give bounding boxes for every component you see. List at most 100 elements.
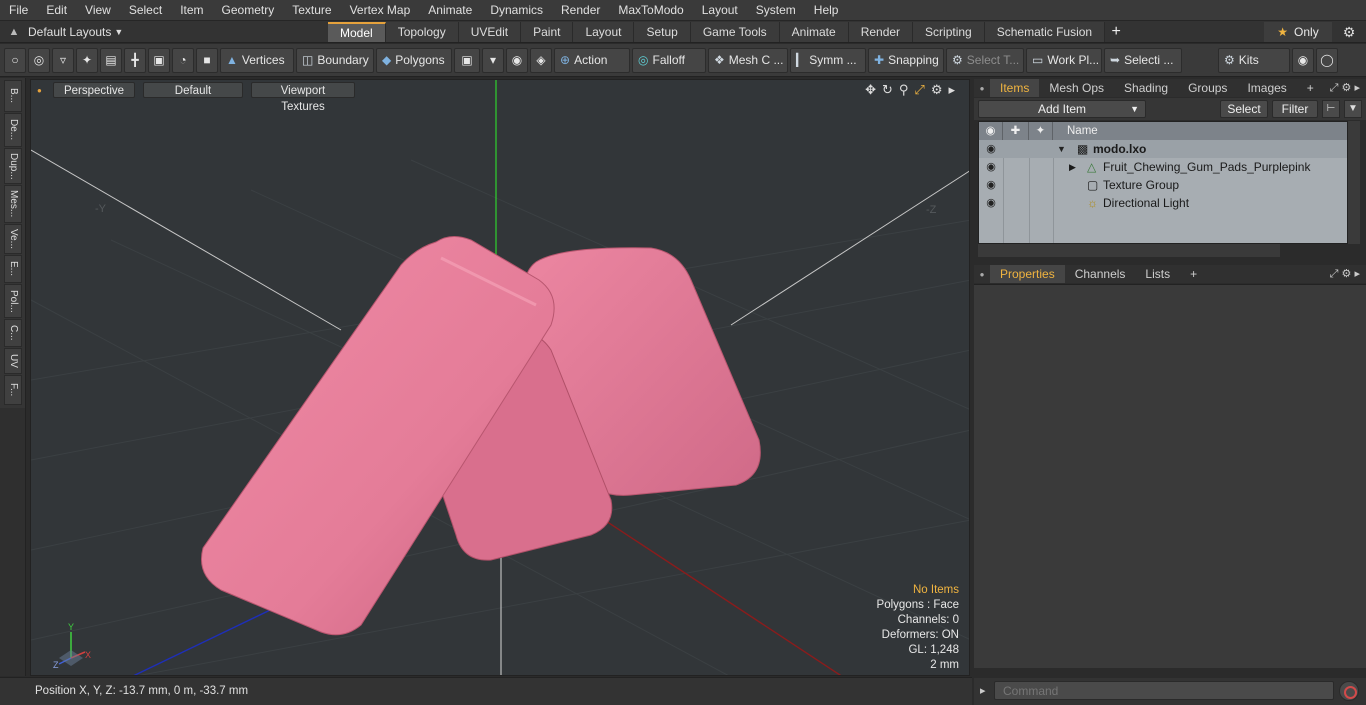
- chevron-down-icon[interactable]: ▾: [482, 47, 504, 73]
- expand-panel-icon[interactable]: ⤢: [1330, 268, 1339, 280]
- tab-scripting[interactable]: Scripting: [913, 21, 985, 42]
- menu-animate[interactable]: Animate: [419, 0, 481, 21]
- filter-button[interactable]: Filter: [1272, 100, 1318, 118]
- vertices-button[interactable]: ▲ Vertices: [220, 47, 294, 73]
- left-tab-deform[interactable]: De...: [4, 113, 22, 147]
- rotate-view-icon[interactable]: ↻: [882, 82, 893, 98]
- globe-icon[interactable]: ◎: [28, 47, 50, 73]
- viewport-textures-button[interactable]: Viewport Textures: [251, 82, 355, 113]
- tab-mesh-ops[interactable]: Mesh Ops: [1039, 79, 1114, 97]
- left-tab-curve[interactable]: C...: [4, 319, 22, 347]
- symmetry-button[interactable]: ▎ Symm ...: [790, 47, 866, 73]
- tab-game-tools[interactable]: Game Tools: [690, 21, 780, 42]
- move-view-icon[interactable]: ✥: [865, 82, 876, 98]
- tab-uvedit[interactable]: UVEdit: [458, 21, 522, 42]
- expand-arrow-icon[interactable]: ▸: [948, 82, 955, 98]
- tree-vertical-scrollbar[interactable]: [1348, 121, 1360, 244]
- expand-arrow-icon[interactable]: ▶: [1069, 158, 1076, 176]
- tab-groups[interactable]: Groups: [1178, 79, 1237, 97]
- panel-menu-dot-icon[interactable]: ●: [974, 84, 990, 93]
- square-select-icon[interactable]: ▣: [148, 47, 170, 73]
- boundary-button[interactable]: ◫ Boundary: [296, 47, 374, 73]
- falloff-button[interactable]: ◎ Falloff: [632, 47, 706, 73]
- record-macro-icon[interactable]: [1339, 681, 1359, 701]
- tab-topology[interactable]: Topology: [385, 21, 459, 42]
- left-tab-duplicate[interactable]: Dup...: [4, 148, 22, 184]
- action-center-button[interactable]: ⊕ Action: [554, 47, 630, 73]
- menu-dynamics[interactable]: Dynamics: [481, 0, 552, 21]
- eye-icon[interactable]: ◉: [982, 194, 1000, 212]
- snapping-button[interactable]: ✚ Snapping: [868, 47, 944, 73]
- unity-icon[interactable]: ◉: [1292, 47, 1314, 73]
- only-button[interactable]: ★ Only: [1264, 22, 1332, 42]
- brush-icon[interactable]: ✦: [76, 47, 98, 73]
- menu-vertex-map[interactable]: Vertex Map: [341, 0, 420, 21]
- collapse-icon[interactable]: ⊢: [1322, 100, 1340, 118]
- menu-system[interactable]: System: [747, 0, 805, 21]
- tab-shading[interactable]: Shading: [1114, 79, 1178, 97]
- center-icon[interactable]: ╋: [124, 47, 146, 73]
- tab-items[interactable]: Items: [990, 79, 1040, 97]
- name-column-header[interactable]: Name: [1053, 122, 1349, 140]
- add-panel-tab-icon[interactable]: +: [1180, 265, 1207, 283]
- tab-images[interactable]: Images: [1237, 79, 1296, 97]
- add-panel-tab-icon[interactable]: +: [1297, 79, 1324, 97]
- shield-icon[interactable]: ■: [196, 47, 218, 73]
- tab-channels[interactable]: Channels: [1065, 265, 1136, 283]
- panel-gear-icon[interactable]: ⚙: [1342, 268, 1352, 280]
- expand-panel-icon[interactable]: ⤢: [1330, 82, 1339, 94]
- command-history-icon[interactable]: ▸: [980, 684, 986, 697]
- eye-icon[interactable]: ◉: [982, 158, 1000, 176]
- select-through-button[interactable]: ⚙ Select T...: [946, 47, 1024, 73]
- material-alt-icon[interactable]: ◈: [530, 47, 552, 73]
- tab-schematic-fusion[interactable]: Schematic Fusion: [984, 21, 1106, 42]
- pen-icon[interactable]: ▿: [52, 47, 74, 73]
- tab-render[interactable]: Render: [848, 21, 914, 42]
- tree-horizontal-scrollbar[interactable]: [978, 244, 1280, 257]
- tab-animate[interactable]: Animate: [779, 21, 849, 42]
- tab-lists[interactable]: Lists: [1135, 265, 1180, 283]
- add-item-button[interactable]: Add Item ▼: [978, 100, 1146, 118]
- layouts-dropdown[interactable]: ▲ Default Layouts ▼: [0, 21, 328, 43]
- visibility-column-icon[interactable]: ◉: [979, 122, 1003, 140]
- filter-funnel-icon[interactable]: ▼: [1344, 100, 1362, 118]
- viewport-gear-icon[interactable]: ⚙: [931, 82, 943, 98]
- panel-menu-dot-icon[interactable]: ●: [974, 270, 990, 279]
- tab-layout[interactable]: Layout: [573, 21, 635, 42]
- tab-properties[interactable]: Properties: [990, 265, 1065, 283]
- menu-edit[interactable]: Edit: [37, 0, 76, 21]
- menu-select[interactable]: Select: [120, 0, 171, 21]
- selection-sets-button[interactable]: ➥ Selecti ...: [1104, 47, 1182, 73]
- menu-texture[interactable]: Texture: [283, 0, 340, 21]
- work-plane-button[interactable]: ▭ Work Pl...: [1026, 47, 1102, 73]
- panel-arrow-icon[interactable]: ▸: [1354, 268, 1360, 280]
- left-tab-mesh-edit[interactable]: Mes...: [4, 185, 22, 223]
- left-tab-fusion[interactable]: F...: [4, 375, 22, 405]
- align-icon[interactable]: ▤: [100, 47, 122, 73]
- type-column-icon[interactable]: ✦: [1029, 122, 1053, 140]
- menu-render[interactable]: Render: [552, 0, 609, 21]
- tree-row-scene[interactable]: ◉ ▼ ▩ modo.lxo: [979, 140, 1347, 158]
- left-tab-basic[interactable]: B...: [4, 80, 22, 112]
- menu-file[interactable]: File: [0, 0, 37, 21]
- circle-select-icon[interactable]: ○: [4, 47, 26, 73]
- lock-column-icon[interactable]: ✚: [1003, 122, 1029, 140]
- panel-arrow-icon[interactable]: ▸: [1354, 82, 1360, 94]
- menu-geometry[interactable]: Geometry: [213, 0, 284, 21]
- tree-row-light[interactable]: ◉ ☼ Directional Light: [979, 194, 1347, 212]
- layout-menu-icon[interactable]: ▲: [0, 26, 28, 38]
- select-button[interactable]: Select: [1220, 100, 1268, 118]
- menu-help[interactable]: Help: [805, 0, 848, 21]
- item-mode-icon[interactable]: ▣: [454, 47, 480, 73]
- maximize-icon[interactable]: ⤢: [914, 82, 924, 98]
- command-input[interactable]: [994, 681, 1334, 700]
- left-tab-vertex[interactable]: Ve...: [4, 224, 22, 254]
- radial-icon[interactable]: ◔: [172, 47, 194, 73]
- expand-arrow-icon[interactable]: ▼: [1057, 140, 1066, 158]
- tab-model[interactable]: Model: [328, 21, 386, 42]
- tree-row-mesh[interactable]: ◉ ▶ △ Fruit_Chewing_Gum_Pads_Purplepink: [979, 158, 1347, 176]
- shading-default-button[interactable]: Default: [143, 82, 243, 98]
- zoom-icon[interactable]: ⚲: [899, 82, 909, 98]
- left-tab-edge[interactable]: E...: [4, 255, 22, 283]
- menu-view[interactable]: View: [76, 0, 120, 21]
